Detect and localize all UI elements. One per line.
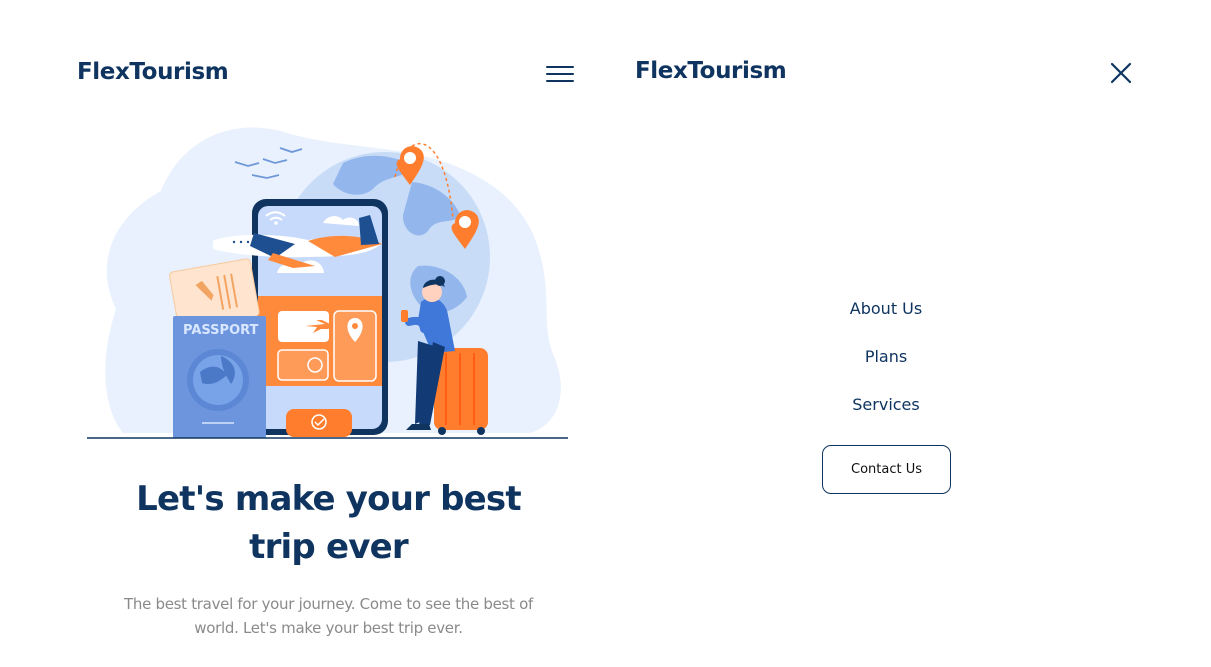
hamburger-menu-icon-line bbox=[546, 66, 574, 68]
close-icon[interactable] bbox=[1108, 60, 1134, 86]
hero-description: The best travel for your journey. Come t… bbox=[124, 595, 533, 637]
hamburger-menu-icon-line bbox=[546, 73, 574, 75]
mobile-navigation: About Us Plans Services bbox=[801, 292, 971, 436]
travel-illustration: PASSPORT bbox=[87, 127, 568, 439]
brand-logo[interactable]: FlexTourism bbox=[635, 58, 787, 84]
contact-us-button[interactable]: Contact Us bbox=[822, 445, 951, 494]
nav-plans-link[interactable]: Plans bbox=[801, 340, 971, 388]
nav-services-link[interactable]: Services bbox=[801, 388, 971, 436]
nav-about-us-link[interactable]: About Us bbox=[801, 292, 971, 340]
passport-illustration: PASSPORT bbox=[173, 316, 266, 438]
mobile-home-screen: FlexTourism PASSPORT Let's make your bes… bbox=[0, 0, 600, 667]
booking-card bbox=[277, 349, 329, 381]
hero-title: Let's make your best trip ever bbox=[136, 479, 521, 567]
hamburger-menu-button[interactable] bbox=[546, 64, 576, 84]
passport-label: PASSPORT bbox=[183, 323, 259, 338]
brand-logo[interactable]: FlexTourism bbox=[77, 59, 229, 85]
hamburger-menu-icon-line bbox=[546, 80, 574, 82]
mobile-menu-screen: FlexTourism About Us Plans Services Cont… bbox=[600, 0, 1211, 667]
